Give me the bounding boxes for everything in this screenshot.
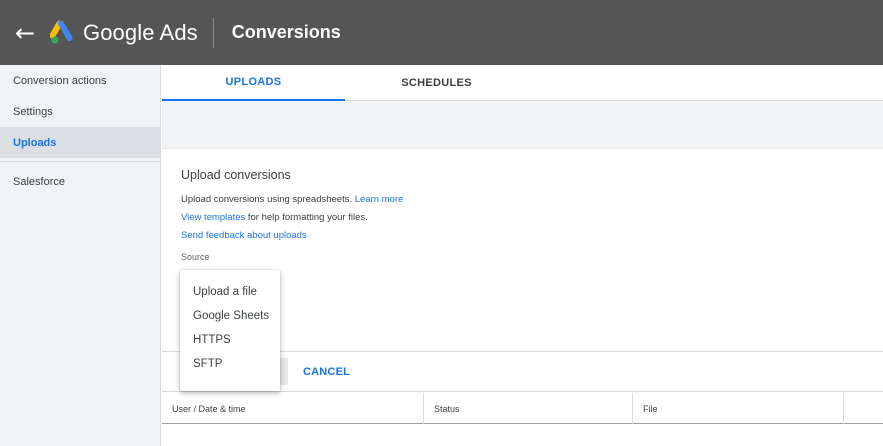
tab-bar: UPLOADS SCHEDULES: [162, 65, 883, 101]
column-header-user-date[interactable]: User / Date & time: [162, 393, 424, 424]
column-header-status[interactable]: Status: [424, 393, 633, 424]
column-header-file[interactable]: File: [633, 393, 844, 424]
menu-item-sftp[interactable]: SFTP: [180, 352, 280, 376]
feedback-line: Send feedback about uploads: [181, 230, 307, 241]
google-ads-conversions-page: ← Google Ads Conversions Conversion acti…: [0, 0, 883, 446]
cancel-button[interactable]: CANCEL: [303, 366, 350, 378]
menu-item-upload-file[interactable]: Upload a file: [180, 280, 280, 304]
column-header-extra: [844, 393, 883, 424]
sidebar-item-conversion-actions[interactable]: Conversion actions: [0, 65, 160, 96]
brand-name: Google Ads: [83, 19, 198, 45]
uploads-table-header: User / Date & time Status File: [162, 393, 883, 424]
title-divider: [212, 17, 214, 48]
templates-line: View templates for help formatting your …: [181, 212, 368, 223]
sidebar-item-settings[interactable]: Settings: [0, 96, 160, 127]
source-label: Source: [181, 252, 210, 262]
tab-schedules[interactable]: SCHEDULES: [345, 65, 528, 101]
sidebar-item-uploads[interactable]: Uploads: [0, 127, 160, 158]
send-feedback-link[interactable]: Send feedback about uploads: [181, 230, 307, 241]
view-templates-link[interactable]: View templates: [181, 212, 245, 223]
google-ads-logo-icon: [50, 20, 73, 44]
sidebar-item-salesforce[interactable]: Salesforce: [0, 166, 160, 197]
header-band: [162, 101, 883, 149]
source-dropdown-menu: Upload a file Google Sheets HTTPS SFTP: [180, 270, 280, 391]
menu-item-https[interactable]: HTTPS: [180, 328, 280, 352]
sidebar-divider: [0, 161, 160, 162]
tab-uploads[interactable]: UPLOADS: [162, 65, 345, 101]
menu-item-google-sheets[interactable]: Google Sheets: [180, 304, 280, 328]
sidebar: Conversion actions Settings Uploads Sale…: [0, 65, 161, 446]
description-line: Upload conversions using spreadsheets. L…: [181, 194, 403, 205]
page-title: Conversions: [231, 22, 341, 42]
back-arrow-icon[interactable]: ←: [0, 0, 50, 65]
top-app-bar: ← Google Ads Conversions: [0, 0, 883, 65]
card-title: Upload conversions: [181, 168, 291, 182]
learn-more-link[interactable]: Learn more: [355, 194, 404, 205]
description-text: Upload conversions using spreadsheets.: [181, 194, 355, 205]
templates-text: for help formatting your files.: [245, 212, 368, 223]
